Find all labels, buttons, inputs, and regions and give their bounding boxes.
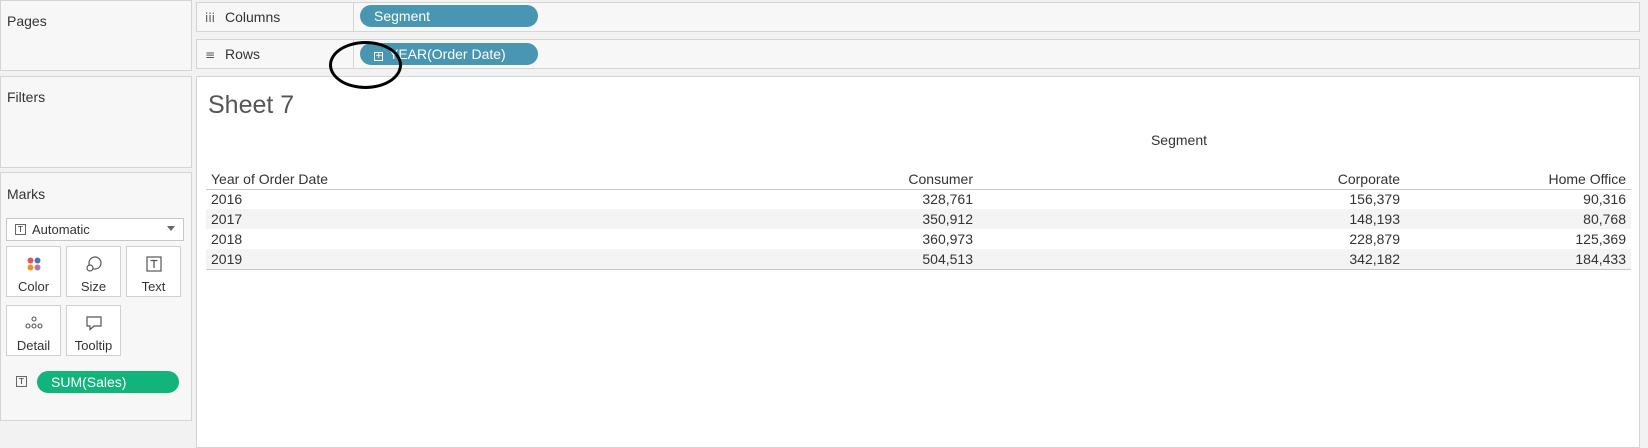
table-row: 2019 504,513 342,182 184,433 — [206, 249, 1631, 270]
tooltip-button[interactable]: Tooltip — [66, 305, 121, 356]
text-encoding-icon: T — [16, 376, 27, 387]
header-home-office[interactable]: Home Office — [1405, 169, 1631, 190]
columns-label-text: Columns — [225, 9, 281, 25]
tooltip-icon — [67, 314, 120, 332]
color-button[interactable]: Color — [6, 246, 61, 297]
row-year[interactable]: 2016 — [206, 189, 551, 209]
pages-card-title: Pages — [7, 13, 47, 29]
cell-home-office[interactable]: 125,369 — [1405, 229, 1631, 249]
cell-corporate[interactable]: 342,182 — [978, 249, 1405, 270]
crosstab-table: Year of Order Date Consumer Corporate Ho… — [206, 169, 1631, 270]
cell-corporate[interactable]: 156,379 — [978, 189, 1405, 209]
cell-consumer[interactable]: 360,973 — [551, 229, 978, 249]
size-button[interactable]: Size — [66, 246, 121, 297]
row-year[interactable]: 2018 — [206, 229, 551, 249]
filters-card[interactable]: Filters — [0, 76, 192, 168]
cell-consumer[interactable]: 328,761 — [551, 189, 978, 209]
cell-home-office[interactable]: 80,768 — [1405, 209, 1631, 229]
worksheet-canvas: Sheet 7 Segment Year of Order Date Consu… — [196, 76, 1640, 448]
cell-home-office[interactable]: 184,433 — [1405, 249, 1631, 270]
highlight-circle — [329, 41, 402, 89]
marks-card-title: Marks — [7, 186, 46, 202]
header-consumer[interactable]: Consumer — [551, 169, 978, 190]
filters-card-title: Filters — [7, 89, 46, 105]
sheet-title: Sheet 7 — [208, 91, 295, 119]
rows-icon: ≡ — [205, 48, 216, 62]
chevron-down-icon — [167, 226, 175, 231]
size-icon — [67, 255, 120, 273]
text-mark-icon: T — [15, 224, 26, 235]
cell-consumer[interactable]: 350,912 — [551, 209, 978, 229]
table-header-row: Year of Order Date Consumer Corporate Ho… — [206, 169, 1631, 190]
segment-pill[interactable]: Segment — [360, 5, 538, 27]
detail-button[interactable]: Detail — [6, 305, 61, 356]
table-row: 2017 350,912 148,193 80,768 — [206, 209, 1631, 229]
size-button-label: Size — [80, 279, 107, 294]
color-button-label: Color — [17, 279, 50, 294]
color-icon — [7, 255, 60, 273]
sum-sales-pill[interactable]: SUM(Sales) — [37, 371, 179, 393]
detail-button-label: Detail — [16, 338, 51, 353]
columns-icon: iii — [205, 11, 216, 25]
pages-card[interactable]: Pages — [0, 0, 192, 71]
columns-shelf-label: iii Columns — [197, 3, 354, 31]
row-year[interactable]: 2019 — [206, 249, 551, 270]
year-order-date-pill-label: YEAR(Order Date) — [389, 46, 506, 62]
text-button-label: Text — [141, 279, 166, 294]
cell-consumer[interactable]: 504,513 — [551, 249, 978, 270]
header-year[interactable]: Year of Order Date — [206, 169, 551, 190]
segment-column-header: Segment — [1150, 132, 1208, 148]
sum-sales-pill-label: SUM(Sales) — [51, 374, 127, 390]
tooltip-button-label: Tooltip — [74, 338, 113, 353]
detail-icon — [7, 314, 60, 332]
mark-type-value: Automatic — [32, 222, 90, 237]
cell-corporate[interactable]: 148,193 — [978, 209, 1405, 229]
header-corporate[interactable]: Corporate — [978, 169, 1405, 190]
table-row: 2018 360,973 228,879 125,369 — [206, 229, 1631, 249]
text-button[interactable]: Text — [126, 246, 181, 297]
text-icon — [127, 255, 180, 273]
rows-label-text: Rows — [225, 46, 261, 62]
table-row: 2016 328,761 156,379 90,316 — [206, 189, 1631, 209]
mark-type-dropdown[interactable]: T Automatic — [6, 218, 184, 241]
row-year[interactable]: 2017 — [206, 209, 551, 229]
cell-home-office[interactable]: 90,316 — [1405, 189, 1631, 209]
cell-corporate[interactable]: 228,879 — [978, 229, 1405, 249]
segment-pill-label: Segment — [374, 8, 431, 24]
